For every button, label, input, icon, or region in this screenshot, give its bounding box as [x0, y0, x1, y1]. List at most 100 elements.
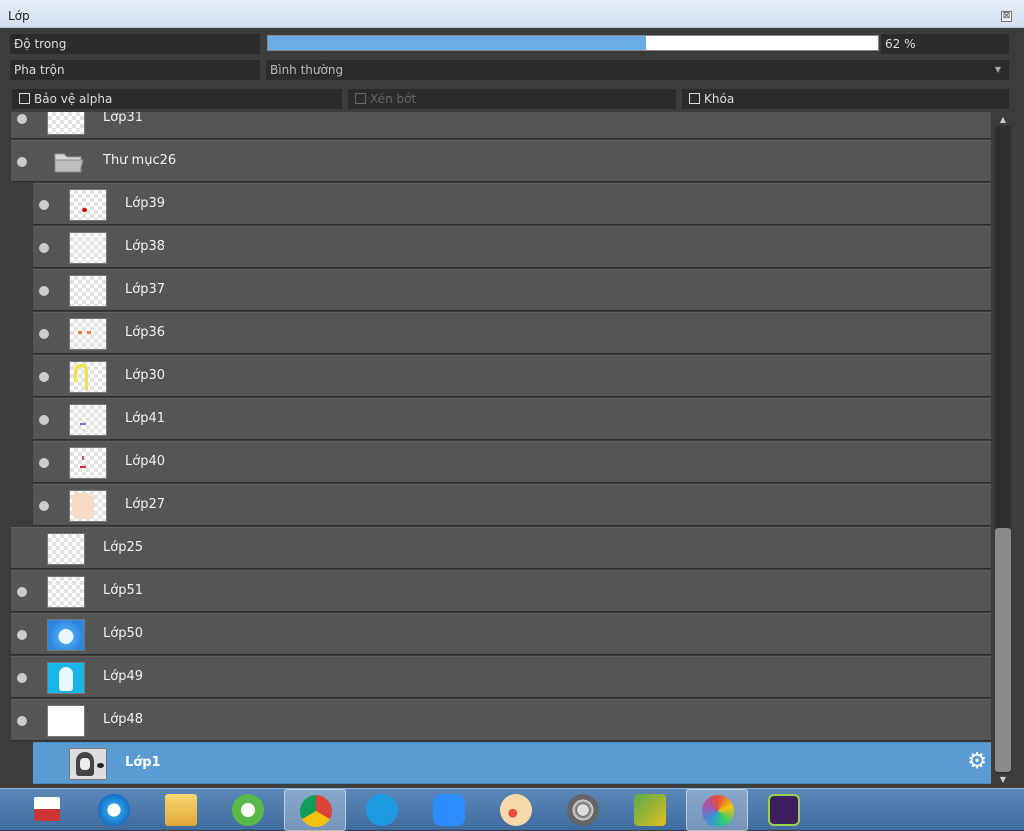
scroll-up-icon[interactable]: ▲	[997, 114, 1009, 126]
layer-thumbnail	[69, 318, 107, 350]
visibility-toggle-icon[interactable]	[39, 415, 49, 425]
opacity-value: 62 %	[881, 34, 1009, 54]
layer-thumbnail	[69, 447, 107, 479]
visibility-toggle-icon[interactable]	[39, 329, 49, 339]
chrome-icon	[300, 795, 332, 827]
layer-thumbnail	[69, 361, 107, 393]
layer-row[interactable]: Lớp38	[33, 226, 991, 268]
checkbox-box	[19, 93, 30, 104]
scroll-thumb[interactable]	[995, 528, 1011, 772]
taskbar-button[interactable]	[686, 789, 748, 831]
visibility-toggle-icon[interactable]	[39, 243, 49, 253]
zoom-icon	[433, 794, 465, 826]
layer-list: Lớp31 Thư mục26 Lớp39 Lớp38 Lớp37 Lớp36 Lớp30 L…	[11, 112, 991, 788]
layer-thumbnail	[47, 576, 85, 608]
taskbar-button[interactable]	[619, 789, 681, 831]
game-app-icon	[634, 794, 666, 826]
unikey-icon	[34, 797, 60, 821]
taskbar-button[interactable]	[552, 789, 614, 831]
taskbar-button[interactable]	[753, 789, 815, 831]
layer-row[interactable]: Lớp40	[33, 441, 991, 483]
visibility-toggle-icon[interactable]	[17, 630, 27, 640]
vertical-scrollbar[interactable]: ▲ ▼	[993, 112, 1013, 788]
layer-name: Lớp39	[125, 196, 165, 211]
folder-icon	[53, 150, 85, 174]
visibility-toggle-icon[interactable]	[17, 673, 27, 683]
layer-name: Lớp30	[125, 368, 165, 383]
layer-name: Lớp25	[103, 540, 143, 555]
opacity-slider[interactable]	[267, 35, 879, 51]
visibility-toggle-icon[interactable]	[39, 286, 49, 296]
layer-row[interactable]: Lớp49	[11, 656, 991, 698]
nox-player-icon	[768, 794, 800, 826]
layer-row[interactable]: Lớp36	[33, 312, 991, 354]
visibility-toggle-icon[interactable]	[17, 157, 27, 167]
layer-row[interactable]: Lớp31	[11, 112, 991, 139]
layer-row[interactable]: Lớp39	[33, 183, 991, 225]
layer-thumbnail	[69, 275, 107, 307]
window-title: Lớp	[8, 9, 30, 23]
layer-row[interactable]: Lớp37	[33, 269, 991, 311]
taskbar-button[interactable]	[284, 789, 346, 831]
layer-row[interactable]: Lớp25	[11, 527, 991, 569]
layer-folder-row[interactable]: Thư mục26	[11, 140, 991, 182]
visibility-toggle-icon[interactable]	[17, 114, 27, 124]
clipping-checkbox[interactable]: Xén bớt	[348, 89, 676, 109]
visibility-toggle-icon[interactable]	[17, 587, 27, 597]
layer-name: Lớp31	[103, 112, 143, 125]
layer-name: Lớp50	[103, 626, 143, 641]
taskbar-button[interactable]	[485, 789, 547, 831]
layer-name: Thư mục26	[103, 153, 177, 168]
visibility-toggle-icon[interactable]	[39, 458, 49, 468]
visibility-toggle-icon[interactable]	[17, 716, 27, 726]
blend-mode-select[interactable]: Bình thường ▼	[266, 60, 1009, 80]
taskbar-button[interactable]	[418, 789, 480, 831]
blend-label: Pha trộn	[10, 60, 260, 80]
layer-name: Lớp1	[125, 755, 161, 770]
blend-mode-value: Bình thường	[270, 63, 344, 77]
taskbar-button[interactable]	[16, 789, 78, 831]
layer-row[interactable]: Lớp30	[33, 355, 991, 397]
layer-thumbnail	[47, 662, 85, 694]
layer-thumbnail	[69, 490, 107, 522]
clipping-label: Xén bớt	[370, 92, 417, 106]
layer-thumbnail	[47, 705, 85, 737]
layer-thumbnail	[47, 533, 85, 565]
checkbox-box	[355, 93, 366, 104]
title-bar: Lớp ⊠	[0, 0, 1024, 28]
layer-row[interactable]: Lớp27	[33, 484, 991, 526]
taskbar-button[interactable]	[217, 789, 279, 831]
layer-row[interactable]: Lớp1 ⚙	[33, 742, 991, 784]
lock-checkbox[interactable]: Khóa	[682, 89, 1009, 109]
taskbar-button[interactable]	[351, 789, 413, 831]
layers-window: Lớp ⊠ Độ trong 62 % Pha trộn Bình thường…	[0, 0, 1024, 788]
visibility-toggle-icon[interactable]	[39, 501, 49, 511]
paint-palette-icon	[500, 794, 532, 826]
lock-label: Khóa	[704, 92, 735, 106]
taskbar-button[interactable]	[150, 789, 212, 831]
layer-thumbnail	[69, 404, 107, 436]
taskbar-button[interactable]	[83, 789, 145, 831]
medibang-icon	[702, 795, 734, 827]
skype-icon	[366, 794, 398, 826]
layer-name: Lớp36	[125, 325, 165, 340]
layer-row[interactable]: Lớp51	[11, 570, 991, 612]
layer-name: Lớp51	[103, 583, 143, 598]
close-button[interactable]: ⊠	[1001, 11, 1012, 22]
visibility-toggle-icon[interactable]	[39, 200, 49, 210]
layer-name: Lớp40	[125, 454, 165, 469]
scroll-down-icon[interactable]: ▼	[997, 774, 1009, 786]
layer-row[interactable]: Lớp48	[11, 699, 991, 741]
protect-alpha-checkbox[interactable]: Bảo vệ alpha	[12, 89, 342, 109]
layer-row[interactable]: Lớp41	[33, 398, 991, 440]
layer-thumbnail	[69, 748, 107, 780]
file-explorer-icon	[165, 794, 197, 826]
visibility-toggle-icon[interactable]	[39, 372, 49, 382]
layer-row[interactable]: Lớp50	[11, 613, 991, 655]
layer-name: Lớp48	[103, 712, 143, 727]
opacity-label: Độ trong	[10, 34, 260, 54]
spiral-app-icon	[567, 794, 599, 826]
gear-icon[interactable]: ⚙	[967, 751, 987, 773]
scroll-track[interactable]	[995, 126, 1011, 774]
opacity-slider-fill	[268, 36, 647, 50]
